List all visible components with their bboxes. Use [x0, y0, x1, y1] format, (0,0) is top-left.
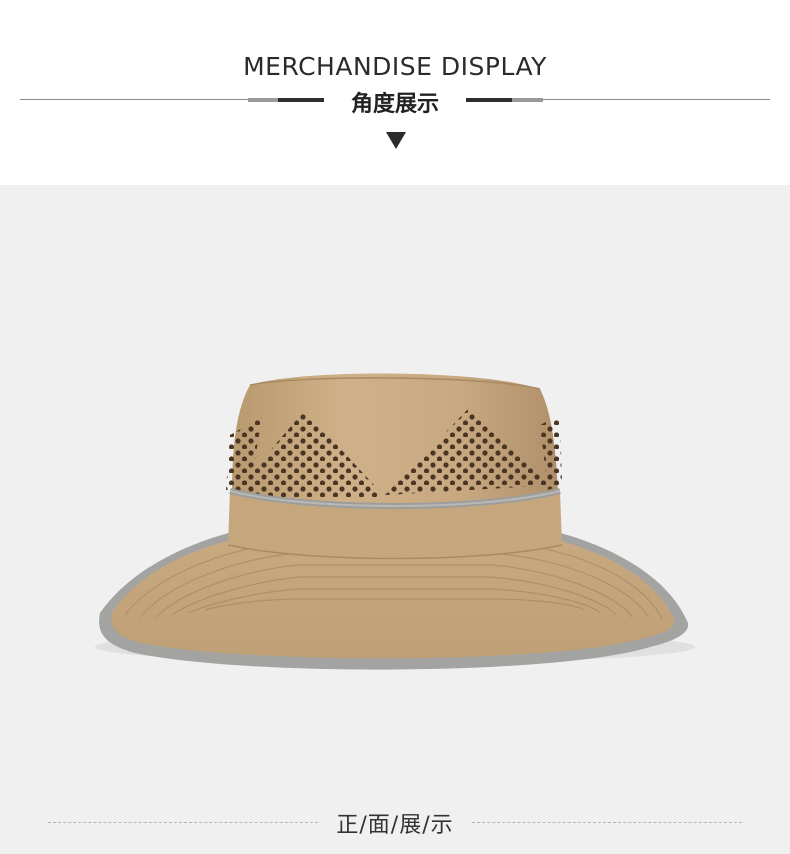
divider-accent-right-dark — [466, 98, 512, 102]
section-title-chinese: 角度展示 — [350, 92, 439, 117]
caption-front-view: 正/面/展/示 — [336, 813, 454, 838]
divider-accent-right-light — [512, 98, 543, 102]
down-arrow-icon — [386, 132, 406, 149]
product-photo — [0, 185, 790, 854]
divider-line-right — [543, 99, 770, 100]
section-title-english: MERCHANDISE DISPLAY — [243, 52, 547, 81]
bucket-hat-image — [95, 373, 695, 670]
section-header: MERCHANDISE DISPLAY 角度展示 — [0, 0, 790, 185]
caption-divider-right — [472, 822, 742, 823]
